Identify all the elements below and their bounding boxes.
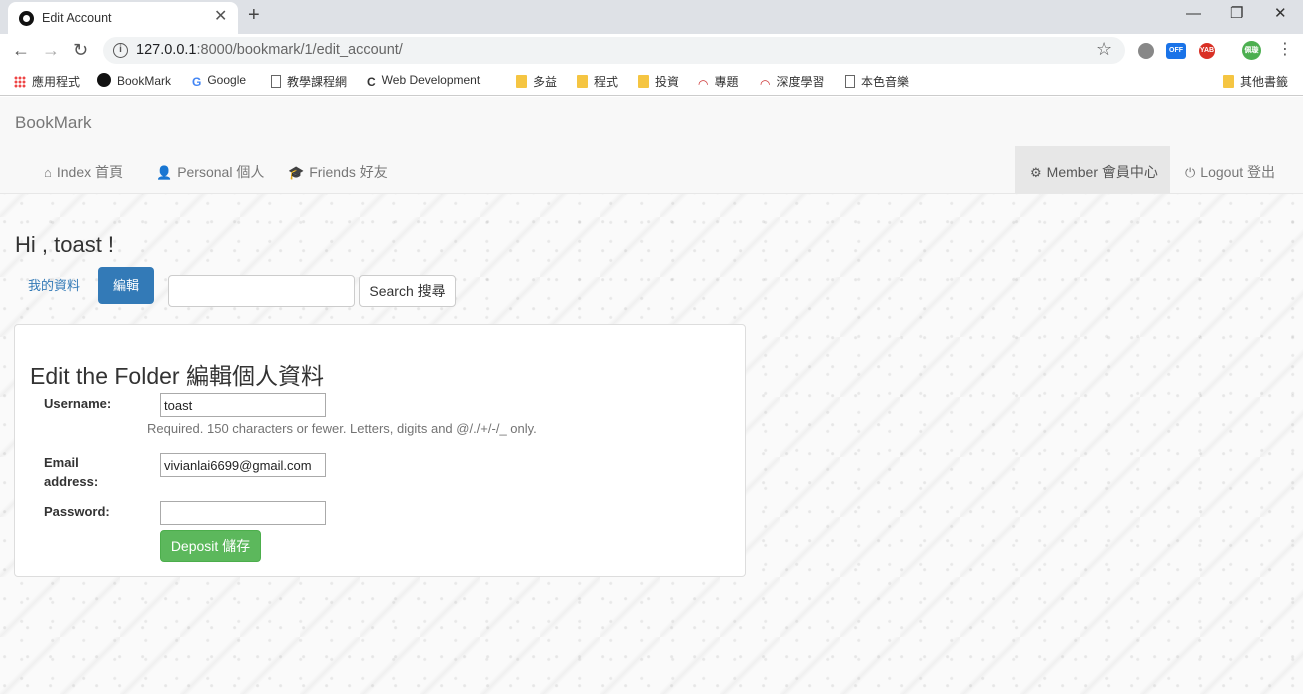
folder-icon bbox=[1223, 75, 1234, 88]
speed-icon: ◠ bbox=[698, 77, 709, 91]
bookmark-tutorial[interactable]: 教學課程網 bbox=[271, 73, 347, 90]
bookmark-other[interactable]: 其他書籤 bbox=[1223, 73, 1288, 90]
tab-close-icon[interactable]: ✕ bbox=[214, 8, 227, 26]
password-label: Password: bbox=[44, 504, 110, 519]
nav-friends[interactable]: 🎓 Friends 好友 bbox=[288, 162, 388, 182]
menu-dots-icon[interactable]: ⋮ bbox=[1277, 39, 1293, 61]
bookmark-favicon-icon bbox=[19, 11, 34, 26]
minimize-button[interactable]: — bbox=[1186, 4, 1201, 24]
graduation-cap-icon: 🎓 bbox=[288, 165, 305, 180]
email-label: Email address: bbox=[44, 455, 99, 489]
folder-icon bbox=[516, 75, 527, 88]
restore-button[interactable]: ❐ bbox=[1230, 4, 1243, 24]
save-button[interactable]: Deposit 儲存 bbox=[160, 530, 261, 562]
home-icon: ⌂ bbox=[44, 165, 52, 180]
nav-index[interactable]: ⌂ Index 首頁 bbox=[44, 162, 123, 182]
speed-icon: ◠ bbox=[760, 77, 771, 91]
site-icon: C bbox=[367, 75, 376, 89]
new-tab-button[interactable]: + bbox=[248, 4, 260, 26]
email-field[interactable] bbox=[160, 453, 326, 477]
bookmarks-bar: 應用程式 BookMark G Google 教學課程網 C Web Develop… bbox=[0, 66, 1303, 96]
google-icon: G bbox=[192, 75, 202, 89]
extension-gray-circle-icon[interactable] bbox=[1138, 43, 1154, 59]
bookmark-google[interactable]: G Google bbox=[192, 73, 246, 89]
search-button[interactable]: Search 搜尋 bbox=[359, 275, 456, 307]
password-field[interactable] bbox=[160, 501, 326, 525]
bookmark-apps[interactable]: 應用程式 bbox=[14, 73, 80, 90]
forward-arrow-icon[interactable]: → bbox=[42, 39, 60, 61]
site-navbar: BookMark ⌂ Index 首頁 👤 Personal 個人 🎓 Friends… bbox=[0, 97, 1303, 194]
search-input[interactable] bbox=[168, 275, 355, 307]
bookmark-deep-learning[interactable]: ◠ 深度學習 bbox=[760, 73, 825, 91]
greeting-heading: Hi , toast ! bbox=[15, 232, 115, 257]
back-arrow-icon[interactable]: ← bbox=[12, 39, 30, 61]
username-field[interactable] bbox=[160, 393, 326, 417]
bookmark-bookmark[interactable]: BookMark bbox=[97, 73, 171, 88]
tab-strip: Edit Account ✕ + — ❐ ✕ bbox=[0, 0, 1303, 34]
profile-avatar-icon[interactable]: 佩璇 bbox=[1242, 41, 1261, 60]
form-title: Edit the Folder 編輯個人資料 bbox=[30, 363, 324, 389]
browser-tab[interactable]: Edit Account ✕ bbox=[8, 2, 238, 34]
gear-icon: ⚙ bbox=[1030, 165, 1042, 180]
browser-toolbar: ← → ↻ i 127.0.0.1:8000/bookmark/1/edit_a… bbox=[0, 34, 1303, 66]
nav-personal[interactable]: 👤 Personal 個人 bbox=[156, 162, 264, 182]
brand-link[interactable]: BookMark bbox=[15, 113, 92, 133]
tab-my-profile[interactable]: 我的資料 bbox=[14, 267, 94, 304]
bookmark-site-icon bbox=[97, 73, 111, 87]
bookmark-web-dev[interactable]: C Web Development bbox=[367, 73, 480, 89]
bookmark-invest[interactable]: 投資 bbox=[638, 73, 679, 90]
reload-icon[interactable]: ↻ bbox=[73, 39, 88, 61]
nav-logout[interactable]: ⏻ Logout 登出 bbox=[1185, 162, 1275, 182]
nav-member[interactable]: ⚙ Member 會員中心 bbox=[1030, 162, 1158, 182]
page-icon bbox=[845, 75, 855, 88]
info-icon[interactable]: i bbox=[113, 43, 128, 58]
url-text[interactable]: 127.0.0.1:8000/bookmark/1/edit_account/ bbox=[136, 42, 403, 58]
power-icon: ⏻ bbox=[1185, 165, 1196, 180]
user-icon: 👤 bbox=[156, 165, 173, 180]
bookmark-music[interactable]: 本色音樂 bbox=[845, 73, 909, 90]
tab-edit[interactable]: 編輯 bbox=[98, 267, 154, 304]
star-icon[interactable]: ☆ bbox=[1096, 39, 1112, 60]
apps-icon bbox=[14, 76, 26, 88]
edit-account-panel: Edit the Folder 編輯個人資料 Username: Require… bbox=[14, 324, 746, 577]
address-bar[interactable]: i 127.0.0.1:8000/bookmark/1/edit_account… bbox=[103, 37, 1125, 64]
page-icon bbox=[271, 75, 281, 88]
username-help-text: Required. 150 characters or fewer. Lette… bbox=[147, 421, 537, 436]
tab-title: Edit Account bbox=[42, 11, 112, 25]
username-label: Username: bbox=[44, 396, 112, 411]
extension-off-badge-icon[interactable]: OFF bbox=[1166, 43, 1186, 59]
close-window-button[interactable]: ✕ bbox=[1274, 4, 1287, 24]
bookmark-project[interactable]: ◠ 專題 bbox=[698, 73, 739, 91]
folder-icon bbox=[638, 75, 649, 88]
folder-icon bbox=[577, 75, 588, 88]
extension-yab-icon[interactable]: YAB bbox=[1199, 43, 1215, 59]
bookmark-program[interactable]: 程式 bbox=[577, 73, 618, 90]
page-content: BookMark ⌂ Index 首頁 👤 Personal 個人 🎓 Friends… bbox=[0, 97, 1303, 694]
bookmark-toeic[interactable]: 多益 bbox=[516, 73, 557, 90]
